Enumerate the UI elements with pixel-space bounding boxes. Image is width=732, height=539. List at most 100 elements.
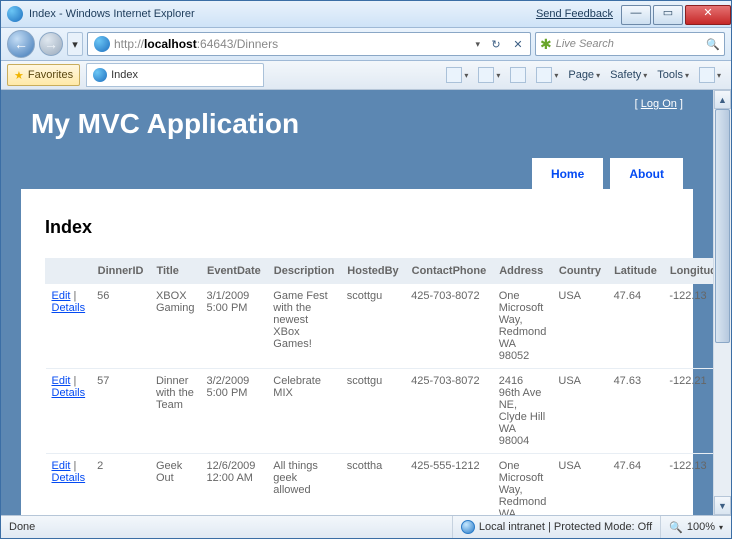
edit-link[interactable]: Edit <box>52 290 71 302</box>
feeds-button[interactable]: ▾ <box>474 64 504 86</box>
favorites-label: Favorites <box>28 69 73 81</box>
cell-id: 56 <box>91 284 150 369</box>
table-row: Edit | Details56XBOX Gaming3/1/2009 5:00… <box>46 284 714 369</box>
col-dinnerid: DinnerID <box>91 259 150 284</box>
star-icon: ★ <box>14 69 24 82</box>
help-button[interactable]: ▾ <box>695 64 725 86</box>
cell-lon: -122.13 <box>663 284 713 369</box>
cell-title: XBOX Gaming <box>150 284 201 369</box>
site-header: [ Log On ] My MVC Application Home About <box>1 90 713 189</box>
nav-bar: ← → ▾ http://localhost:64643/Dinners ▾ ↻… <box>1 28 731 61</box>
tab-title: Index <box>111 69 138 81</box>
browser-tab[interactable]: Index <box>86 63 264 87</box>
command-right: ▾ ▾ ▾ Page▾ Safety▾ Tools▾ ▾ <box>442 64 725 86</box>
tools-menu[interactable]: Tools▾ <box>653 64 693 86</box>
nav-tabs: Home About <box>31 140 713 189</box>
cell-date: 12/6/2009 12:00 AM <box>200 454 267 516</box>
details-link[interactable]: Details <box>52 387 86 399</box>
edit-link[interactable]: Edit <box>52 375 71 387</box>
app-title: My MVC Application <box>31 108 713 140</box>
minimize-button[interactable]: — <box>621 5 651 25</box>
maximize-button[interactable]: ▭ <box>653 5 683 25</box>
forward-button[interactable]: → <box>39 32 63 56</box>
close-button[interactable]: ✕ <box>685 5 731 25</box>
cell-country: USA <box>552 369 607 454</box>
cell-country: USA <box>552 284 607 369</box>
back-button[interactable]: ← <box>7 30 35 58</box>
search-go-icon[interactable]: 🔍 <box>706 38 720 51</box>
scroll-thumb[interactable] <box>715 109 730 343</box>
details-link[interactable]: Details <box>52 472 86 484</box>
main-content: Index DinnerID Title EventDate Descripti… <box>21 189 693 515</box>
cell-lat: 47.64 <box>608 284 664 369</box>
details-link[interactable]: Details <box>52 302 86 314</box>
col-description: Description <box>267 259 341 284</box>
cell-country: USA <box>552 454 607 516</box>
status-text: Done <box>9 521 35 533</box>
dinners-table: DinnerID Title EventDate Description Hos… <box>45 258 713 515</box>
refresh-button[interactable]: ↻ <box>486 34 506 54</box>
cell-actions: Edit | Details <box>46 284 92 369</box>
title-bar: Index - Windows Internet Explorer Send F… <box>1 1 731 28</box>
zoom-value: 100% <box>687 521 715 533</box>
security-zone[interactable]: Local intranet | Protected Mode: Off <box>452 516 652 538</box>
nav-about[interactable]: About <box>610 158 683 189</box>
window-buttons: — ▭ ✕ <box>619 5 731 23</box>
cell-id: 2 <box>91 454 150 516</box>
col-title: Title <box>150 259 201 284</box>
url-dropdown-icon[interactable]: ▾ <box>471 39 484 50</box>
readmail-button[interactable] <box>506 64 530 86</box>
cell-lat: 47.63 <box>608 369 664 454</box>
edit-link[interactable]: Edit <box>52 460 71 472</box>
favorites-button[interactable]: ★ Favorites <box>7 64 80 86</box>
scroll-up-button[interactable]: ▲ <box>714 90 731 109</box>
cell-id: 57 <box>91 369 150 454</box>
cell-lat: 47.64 <box>608 454 664 516</box>
history-dropdown[interactable]: ▾ <box>67 32 83 56</box>
col-address: Address <box>493 259 553 284</box>
search-box[interactable]: ✱ Live Search 🔍 <box>535 32 725 56</box>
cell-phone: 425-703-8072 <box>405 284 493 369</box>
scroll-down-button[interactable]: ▼ <box>714 496 731 515</box>
stop-button[interactable]: ✕ <box>508 34 528 54</box>
cell-desc: Game Fest with the newest XBox Games! <box>267 284 341 369</box>
zoom-dropdown-icon[interactable]: ▾ <box>719 523 723 532</box>
scroll-track[interactable] <box>714 109 731 496</box>
vertical-scrollbar[interactable]: ▲ ▼ <box>713 90 731 515</box>
col-eventdate: EventDate <box>200 259 267 284</box>
table-row: Edit | Details57Dinner with the Team3/2/… <box>46 369 714 454</box>
home-button[interactable]: ▾ <box>442 64 472 86</box>
tab-favicon-icon <box>93 68 107 82</box>
send-feedback-link[interactable]: Send Feedback <box>536 8 613 20</box>
cell-title: Geek Out <box>150 454 201 516</box>
zoom-control[interactable]: 🔍 100% ▾ <box>660 516 723 538</box>
cell-addr: One Microsoft Way, Redmond WA <box>493 454 553 516</box>
url-path: :64643/Dinners <box>197 37 278 51</box>
col-contactphone: ContactPhone <box>405 259 493 284</box>
cell-host: scottha <box>341 454 405 516</box>
address-bar[interactable]: http://localhost:64643/Dinners ▾ ↻ ✕ <box>87 32 531 56</box>
print-icon <box>536 67 552 83</box>
viewport[interactable]: [ Log On ] My MVC Application Home About… <box>1 90 713 515</box>
url-text[interactable]: http://localhost:64643/Dinners <box>114 37 471 51</box>
search-provider-icon: ✱ <box>540 36 552 53</box>
logon-link[interactable]: Log On <box>641 98 677 110</box>
col-longitude: Longitude <box>663 259 713 284</box>
table-row: Edit | Details2Geek Out12/6/2009 12:00 A… <box>46 454 714 516</box>
nav-home[interactable]: Home <box>532 158 603 189</box>
safety-menu[interactable]: Safety▾ <box>606 64 651 86</box>
ie-icon <box>7 6 23 22</box>
cell-phone: 425-703-8072 <box>405 369 493 454</box>
page-menu[interactable]: Page▾ <box>564 64 604 86</box>
page-favicon-icon <box>94 36 110 52</box>
cell-date: 3/2/2009 5:00 PM <box>200 369 267 454</box>
zoom-icon: 🔍 <box>669 521 683 534</box>
status-bar: Done Local intranet | Protected Mode: Of… <box>1 515 731 538</box>
col-latitude: Latitude <box>608 259 664 284</box>
cell-lon: -122.21 <box>663 369 713 454</box>
cell-actions: Edit | Details <box>46 454 92 516</box>
print-button[interactable]: ▾ <box>532 64 562 86</box>
col-country: Country <box>552 259 607 284</box>
zone-icon <box>461 520 475 534</box>
cell-addr: One Microsoft Way, Redmond WA 98052 <box>493 284 553 369</box>
